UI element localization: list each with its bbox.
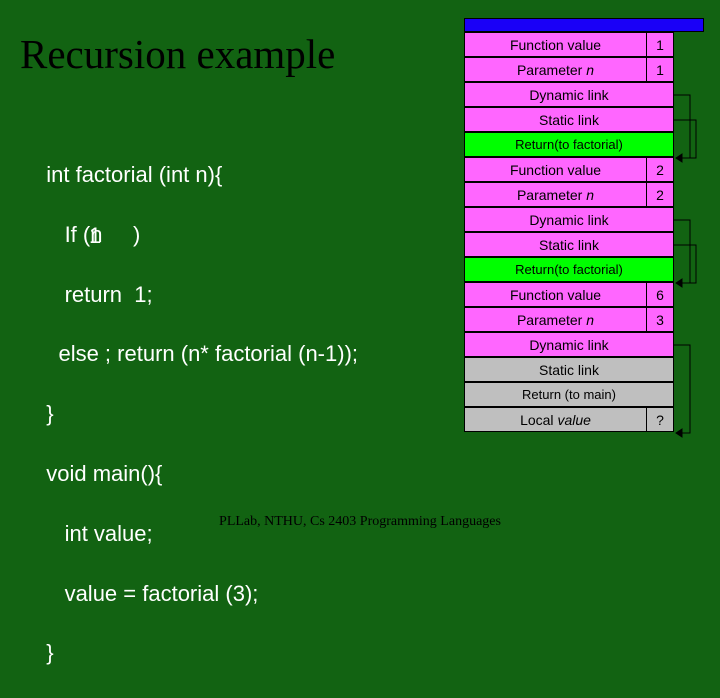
frame-static-link: Static link (464, 107, 704, 132)
dyn-label: Dynamic link (464, 207, 674, 232)
code-line: int factorial (int n){ (46, 162, 222, 187)
frame-return: Return (to main) (464, 382, 704, 407)
stat-label: Static link (464, 357, 674, 382)
fv-label: Function value (510, 287, 601, 303)
frame-function-value: Function value 1 (464, 32, 704, 57)
stack-top-bar (464, 18, 704, 32)
frame-static-link: Static link (464, 232, 704, 257)
pn-label: Parameter (517, 62, 582, 78)
frame-function-value: Function value 2 (464, 157, 704, 182)
dyn-label: Dynamic link (464, 332, 674, 357)
slide-footer: PLLab, NTHU, Cs 2403 Programming Languag… (0, 514, 720, 530)
ret-label: Return(to factorial) (464, 257, 674, 282)
pn-name: n (586, 187, 594, 203)
frame-parameter: Parameter n 2 (464, 182, 704, 207)
frame-parameter: Parameter n 1 (464, 57, 704, 82)
fv-value: 6 (646, 282, 674, 307)
pn-value: 3 (646, 307, 674, 332)
frame-dynamic-link: Dynamic link (464, 332, 704, 357)
main-local-value: Local value ? (464, 407, 704, 432)
lv-value: ? (646, 407, 674, 432)
code-line: return 1; (46, 282, 152, 307)
pn-value: 1 (646, 57, 674, 82)
pn-label: Parameter (517, 187, 582, 203)
pn-value: 2 (646, 182, 674, 207)
fv-value: 1 (646, 32, 674, 57)
stat-label: Static link (464, 232, 674, 257)
frame-dynamic-link: Dynamic link (464, 82, 704, 107)
frame-parameter: Parameter n 3 (464, 307, 704, 332)
pn-name: n (586, 62, 594, 78)
code-line: else ; return (n* factorial (n-1)); (46, 341, 358, 366)
frame-return: Return(to factorial) (464, 132, 704, 157)
fv-value: 2 (646, 157, 674, 182)
stat-label: Static link (464, 107, 674, 132)
ret-label: Return(to factorial) (464, 132, 674, 157)
code-line: } (46, 640, 53, 665)
code-overlay-1: 1 (89, 221, 101, 251)
ret-label: Return (to main) (464, 382, 674, 407)
code-block: int factorial (int n){ If (n ) return 1;… (34, 130, 358, 698)
lv-name: value (557, 412, 590, 428)
dyn-label: Dynamic link (464, 82, 674, 107)
frame-return: Return(to factorial) (464, 257, 704, 282)
lv-label: Local (520, 412, 553, 428)
pn-name: n (586, 312, 594, 328)
frame-static-link: Static link (464, 357, 704, 382)
call-stack: Function value 1 Parameter n 1 Dynamic l… (464, 18, 704, 432)
code-line: value = factorial (3); (46, 581, 258, 606)
fv-label: Function value (510, 37, 601, 53)
frame-function-value: Function value 6 (464, 282, 704, 307)
code-line: void main(){ (46, 461, 162, 486)
pn-label: Parameter (517, 312, 582, 328)
code-line: } (46, 401, 53, 426)
frame-dynamic-link: Dynamic link (464, 207, 704, 232)
fv-label: Function value (510, 162, 601, 178)
slide-title: Recursion example (20, 30, 335, 78)
